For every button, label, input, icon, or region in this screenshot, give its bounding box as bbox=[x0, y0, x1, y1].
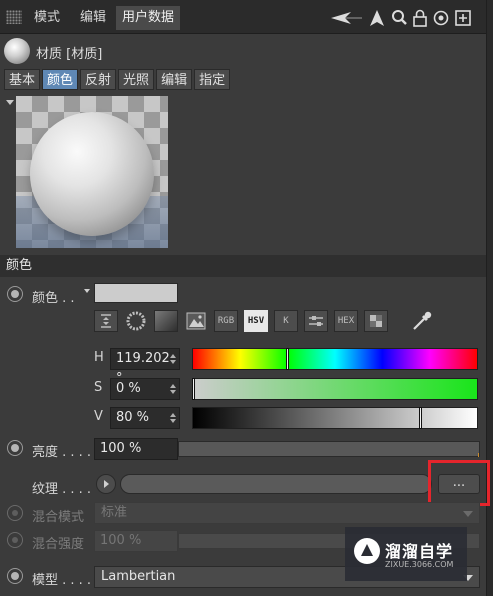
tab-basic[interactable]: 基本 bbox=[4, 69, 41, 90]
value-label: V bbox=[94, 409, 103, 424]
brightness-input[interactable]: 100 % bbox=[94, 438, 178, 460]
tab-assign[interactable]: 指定 bbox=[194, 69, 231, 90]
value-value: 80 % bbox=[116, 410, 150, 425]
saturation-spinner-icon[interactable] bbox=[170, 384, 176, 394]
brightness-slider-tick bbox=[478, 453, 479, 457]
hue-input[interactable]: 119.202 ° bbox=[110, 348, 180, 386]
saturation-label: S bbox=[94, 380, 103, 395]
tab-reflectance[interactable]: 反射 bbox=[80, 69, 117, 90]
texture-label: 纹理 . . . . bbox=[32, 482, 92, 497]
color-picker-modes: RGB HSV K HEX bbox=[94, 310, 434, 332]
watermark-logo-icon bbox=[354, 538, 380, 564]
saturation-input[interactable]: 0 % bbox=[110, 378, 180, 400]
toolbar-icons bbox=[329, 6, 471, 30]
blend-strength-label: 混合强度 bbox=[32, 537, 85, 552]
hue-label: H bbox=[94, 350, 104, 365]
spectrum-icon[interactable] bbox=[94, 310, 118, 332]
value-spinner-icon[interactable] bbox=[170, 413, 176, 423]
color-swatch[interactable] bbox=[94, 283, 178, 303]
hex-button[interactable]: HEX bbox=[334, 310, 358, 332]
model-anim-radio[interactable] bbox=[7, 568, 23, 584]
watermark-url: ZIXUE.3066.COM bbox=[385, 560, 454, 569]
blend-mode-select: 标准 bbox=[94, 502, 480, 524]
chevron-down-icon bbox=[463, 511, 473, 517]
tab-editor[interactable]: 编辑 bbox=[156, 69, 193, 90]
material-preview[interactable] bbox=[16, 96, 168, 248]
tab-illumination[interactable]: 光照 bbox=[118, 69, 155, 90]
brightness-slider[interactable] bbox=[178, 441, 480, 457]
swatches-icon[interactable] bbox=[364, 310, 388, 332]
hue-spinner-icon[interactable] bbox=[170, 354, 176, 364]
preview-collapse-icon[interactable] bbox=[6, 100, 14, 105]
hue-handle[interactable] bbox=[286, 348, 289, 370]
panel-grip-icon[interactable] bbox=[6, 10, 22, 24]
preview-sphere bbox=[30, 112, 154, 236]
watermark: 溜溜自学 ZIXUE.3066.COM bbox=[345, 527, 467, 581]
menu-bar: 模式 编辑 用户数据 bbox=[0, 0, 493, 34]
menu-edit[interactable]: 编辑 bbox=[74, 6, 112, 30]
color-wheel-icon[interactable] bbox=[124, 310, 148, 332]
value-input[interactable]: 80 % bbox=[110, 407, 180, 429]
scrollbar[interactable] bbox=[486, 0, 493, 596]
material-thumbnail bbox=[4, 38, 30, 64]
watermark-title: 溜溜自学 bbox=[385, 542, 454, 561]
cursor-arrow-icon[interactable] bbox=[369, 9, 385, 27]
brightness-value: 100 % bbox=[100, 441, 142, 456]
gradient-square-icon[interactable] bbox=[154, 310, 178, 332]
saturation-slider[interactable] bbox=[192, 378, 478, 400]
blend-mode-anim-radio bbox=[7, 505, 23, 521]
texture-field[interactable] bbox=[120, 474, 432, 494]
brightness-label: 亮度 . . . . bbox=[32, 445, 92, 460]
mixer-icon[interactable] bbox=[304, 310, 328, 332]
tab-bar: 基本 颜色 反射 光照 编辑 指定 bbox=[4, 69, 231, 90]
saturation-handle[interactable] bbox=[192, 378, 195, 400]
swatch-dropdown-icon[interactable] bbox=[84, 289, 90, 293]
color-anim-radio[interactable] bbox=[7, 286, 23, 302]
saturation-value: 0 % bbox=[116, 381, 141, 396]
hsv-button[interactable]: HSV bbox=[244, 310, 268, 332]
blend-mode-value: 标准 bbox=[101, 505, 128, 520]
blend-mode-label: 混合模式 bbox=[32, 510, 85, 525]
model-value: Lambertian bbox=[101, 569, 176, 584]
value-slider[interactable] bbox=[192, 407, 478, 429]
blend-strength-anim-radio bbox=[7, 532, 23, 548]
eyedropper-icon[interactable] bbox=[410, 310, 434, 332]
material-title: 材质 [材质] bbox=[36, 47, 103, 62]
rgb-button[interactable]: RGB bbox=[214, 310, 238, 332]
hue-slider[interactable] bbox=[192, 348, 478, 370]
value-handle[interactable] bbox=[419, 407, 423, 429]
material-header: 材质 [材质] bbox=[0, 35, 486, 67]
section-color-header: 颜色 bbox=[0, 255, 486, 277]
blend-strength-input: 100 % bbox=[94, 530, 178, 552]
menu-mode[interactable]: 模式 bbox=[28, 6, 66, 30]
color-label: 颜色 . . bbox=[32, 291, 75, 306]
back-arrow-icon[interactable] bbox=[329, 10, 363, 26]
blend-strength-value: 100 % bbox=[100, 533, 142, 548]
tab-color[interactable]: 颜色 bbox=[42, 69, 79, 90]
menu-user-data[interactable]: 用户数据 bbox=[116, 6, 181, 30]
texture-expand-icon[interactable] bbox=[96, 474, 116, 494]
model-label: 模型 . . . . bbox=[32, 573, 92, 588]
image-icon[interactable] bbox=[184, 310, 208, 332]
kelvin-button[interactable]: K bbox=[274, 310, 298, 332]
highlight-box bbox=[428, 460, 490, 506]
add-icon[interactable] bbox=[455, 9, 471, 27]
lock-icon[interactable] bbox=[413, 9, 427, 27]
target-icon[interactable] bbox=[433, 9, 449, 27]
search-icon[interactable] bbox=[391, 9, 407, 27]
brightness-anim-radio[interactable] bbox=[7, 440, 23, 456]
